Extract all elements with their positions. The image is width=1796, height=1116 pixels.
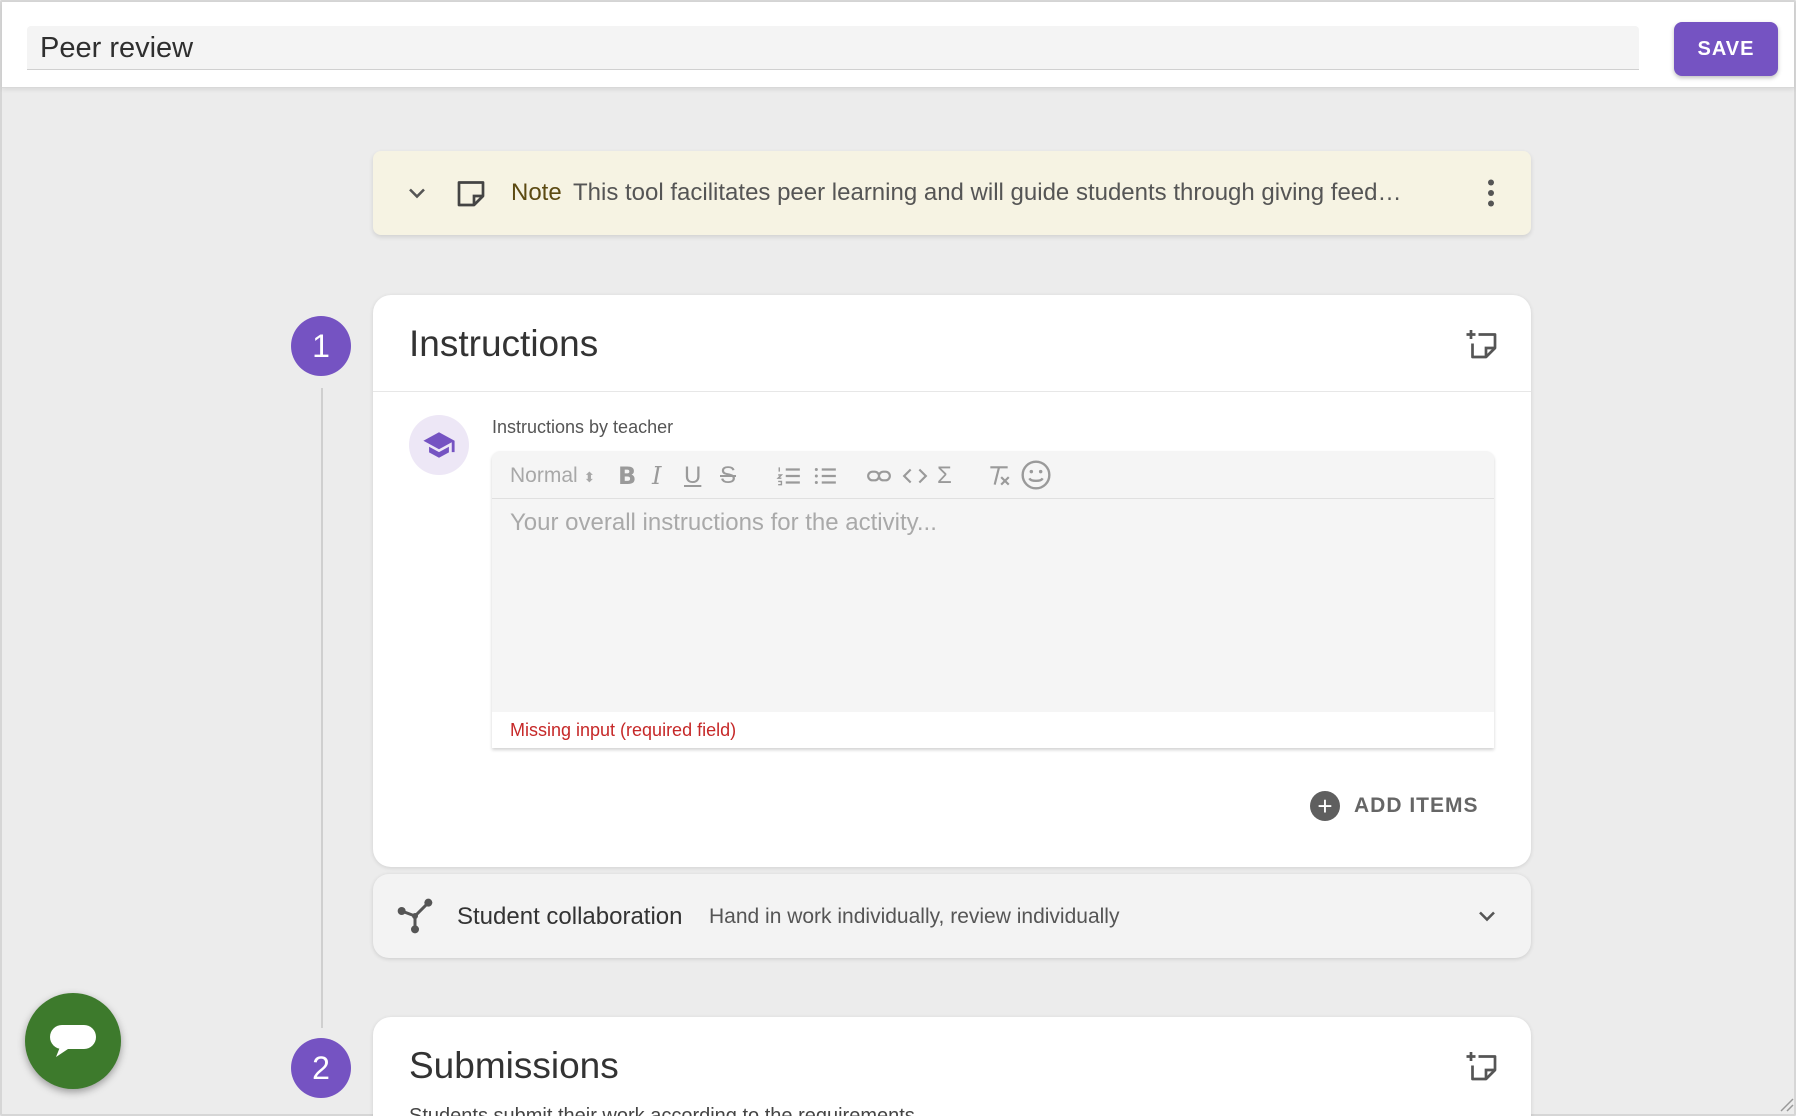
note-icon bbox=[457, 181, 485, 207]
chat-icon bbox=[50, 1025, 96, 1057]
bullet-list-icon[interactable] bbox=[810, 463, 840, 489]
clear-format-icon[interactable] bbox=[984, 463, 1014, 489]
collaboration-value: Hand in work individually, review indivi… bbox=[709, 905, 1120, 928]
top-bar: SAVE bbox=[2, 2, 1794, 88]
plus-circle-icon: + bbox=[1310, 791, 1340, 821]
instructions-card: Instructions Instructions by teacher Nor… bbox=[373, 295, 1531, 867]
error-message: Missing input (required field) bbox=[492, 712, 1494, 748]
code-icon[interactable] bbox=[900, 463, 930, 489]
strikethrough-icon[interactable]: S bbox=[720, 463, 736, 489]
format-select[interactable]: Normal ⬍ bbox=[510, 463, 595, 489]
collaboration-title: Student collaboration bbox=[457, 903, 683, 930]
step-number-1: 1 bbox=[291, 316, 351, 376]
card-title: Submissions bbox=[409, 1045, 619, 1086]
format-select-value: Normal bbox=[510, 464, 578, 487]
chevron-down-icon[interactable] bbox=[403, 179, 431, 207]
link-icon[interactable] bbox=[864, 463, 894, 489]
editor-toolbar: Normal ⬍ B I U S Σ bbox=[492, 451, 1494, 499]
add-note-icon[interactable] bbox=[1465, 1049, 1501, 1085]
add-items-label: ADD ITEMS bbox=[1354, 794, 1479, 817]
add-note-icon[interactable] bbox=[1465, 327, 1501, 363]
add-items-button[interactable]: + ADD ITEMS bbox=[1310, 788, 1479, 824]
select-arrows-icon: ⬍ bbox=[583, 469, 596, 485]
chat-button[interactable] bbox=[25, 993, 121, 1089]
submissions-card: Submissions Students submit their work a… bbox=[373, 1017, 1531, 1116]
step-connector bbox=[321, 388, 323, 1028]
emoji-icon[interactable] bbox=[1020, 459, 1052, 491]
student-collaboration-panel[interactable]: Student collaboration Hand in work indiv… bbox=[373, 874, 1531, 958]
ordered-list-icon[interactable] bbox=[774, 463, 804, 489]
italic-icon[interactable]: I bbox=[652, 463, 661, 489]
collaboration-icon bbox=[397, 898, 433, 934]
step-number-2: 2 bbox=[291, 1038, 351, 1098]
graduation-cap-icon bbox=[423, 432, 455, 458]
card-subtitle: Students submit their work according to … bbox=[409, 1105, 921, 1116]
card-title: Instructions bbox=[409, 323, 599, 364]
chevron-down-icon[interactable] bbox=[1473, 902, 1501, 930]
more-vert-icon[interactable] bbox=[1473, 175, 1509, 211]
save-button[interactable]: SAVE bbox=[1674, 22, 1778, 76]
note-bar[interactable]: Note This tool facilitates peer learning… bbox=[373, 151, 1531, 235]
card-divider bbox=[373, 391, 1531, 392]
field-label: Instructions by teacher bbox=[492, 417, 674, 437]
note-text: This tool facilitates peer learning and … bbox=[573, 179, 1403, 206]
formula-icon[interactable]: Σ bbox=[937, 463, 952, 489]
editor-placeholder[interactable]: Your overall instructions for the activi… bbox=[510, 509, 937, 537]
rich-text-editor[interactable]: Normal ⬍ B I U S Σ Your overall instruct… bbox=[492, 451, 1494, 748]
teacher-avatar bbox=[409, 415, 469, 475]
bold-icon[interactable]: B bbox=[618, 463, 636, 489]
underline-icon[interactable]: U bbox=[684, 463, 701, 489]
activity-title-input[interactable] bbox=[27, 26, 1639, 70]
note-label: Note bbox=[511, 179, 562, 206]
resize-handle-icon[interactable] bbox=[1776, 1094, 1794, 1112]
